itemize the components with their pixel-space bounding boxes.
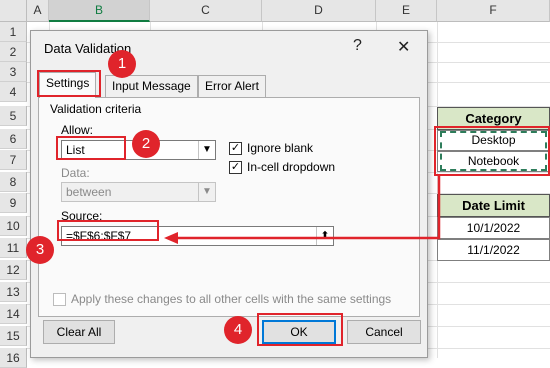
step-badge-1: 1	[108, 50, 136, 78]
step-badge-2: 2	[132, 130, 160, 158]
arrow-connector	[164, 176, 441, 244]
step-badge-3: 3	[26, 236, 54, 264]
step-badge-4: 4	[224, 316, 252, 344]
